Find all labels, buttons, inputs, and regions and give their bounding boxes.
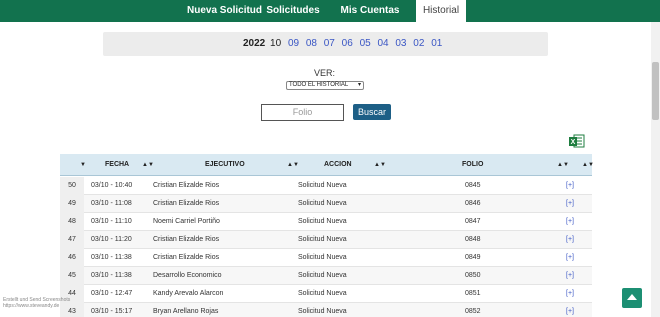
column-header-accion[interactable]: ACCION (324, 154, 352, 176)
history-filter-select[interactable]: TODO EL HISTORIAL ▾ (286, 81, 364, 90)
month-link[interactable]: 05 (360, 38, 371, 49)
cell-fecha: 03/10 - 11:38 (91, 272, 132, 279)
cell-folio: 0852 (465, 308, 481, 315)
month-link[interactable]: 06 (342, 38, 353, 49)
cell-fecha: 03/10 - 11:38 (91, 254, 132, 261)
details-link[interactable]: [+] (566, 177, 574, 195)
table-row: 49 03/10 - 11:08 Cristian Elizalde Rios … (60, 195, 592, 213)
vertical-scrollbar[interactable] (651, 22, 660, 317)
sort-desc-icon[interactable]: ▼ (80, 154, 86, 176)
year-label: 2022 (243, 38, 266, 49)
row-number: 46 (60, 249, 84, 267)
table-row: 48 03/10 - 11:10 Noemi Carriel Portiño S… (60, 213, 592, 231)
row-number: 49 (60, 195, 84, 213)
period-selector: 2022 10 09 08 07 06 05 04 03 02 01 (103, 32, 548, 56)
sort-icon[interactable]: ▲▼ (287, 154, 299, 176)
nav-solicitudes[interactable]: Solicitudes (264, 0, 322, 22)
row-number: 45 (60, 267, 84, 285)
column-header-ejecutivo[interactable]: EJECUTIVO (205, 154, 245, 176)
cell-accion: Solicitud Nueva (298, 218, 347, 225)
history-filter-value: TODO EL HISTORIAL (289, 82, 349, 88)
cell-folio: 0850 (465, 272, 481, 279)
month-link[interactable]: 07 (324, 38, 335, 49)
excel-export-icon[interactable]: X (568, 134, 585, 148)
row-number: 50 (60, 177, 84, 195)
svg-text:X: X (571, 139, 576, 146)
row-number: 47 (60, 231, 84, 249)
details-link[interactable]: [+] (566, 213, 574, 231)
chevron-down-icon: ▾ (357, 82, 361, 88)
month-link[interactable]: 02 (413, 38, 424, 49)
cell-folio: 0845 (465, 182, 481, 189)
sort-icon[interactable]: ▲▼ (142, 154, 154, 176)
cell-fecha: 03/10 - 12:47 (91, 290, 133, 297)
details-link[interactable]: [+] (566, 249, 574, 267)
nav-mis-cuentas[interactable]: Mis Cuentas (338, 0, 402, 22)
arrow-up-icon (627, 294, 637, 300)
search-button[interactable]: Buscar (353, 104, 391, 120)
cell-ejecutivo: Cristian Elizalde Rios (153, 200, 220, 207)
details-link[interactable]: [+] (566, 285, 574, 303)
details-link[interactable]: [+] (566, 303, 574, 317)
details-link[interactable]: [+] (566, 231, 574, 249)
table-row: 47 03/10 - 11:20 Cristian Elizalde Rios … (60, 231, 592, 249)
cell-fecha: 03/10 - 11:20 (91, 236, 132, 243)
cell-fecha: 03/10 - 10:40 (91, 182, 133, 189)
table-row: 43 03/10 - 15:17 Bryan Arellano Rojas So… (60, 303, 592, 317)
table-row: 46 03/10 - 11:38 Cristian Elizalde Rios … (60, 249, 592, 267)
cell-ejecutivo: Noemi Carriel Portiño (153, 218, 220, 225)
ver-label: VER: (314, 68, 336, 78)
cell-folio: 0848 (465, 236, 481, 243)
cell-accion: Solicitud Nueva (298, 290, 347, 297)
cell-fecha: 03/10 - 11:08 (91, 200, 132, 207)
current-month: 10 (270, 38, 282, 49)
column-header-fecha[interactable]: FECHA (105, 154, 129, 176)
cell-accion: Solicitud Nueva (298, 254, 347, 261)
screenshot-watermark: Erstellt und Send Screenshots https://ww… (3, 297, 70, 309)
cell-fecha: 03/10 - 11:10 (91, 218, 132, 225)
top-navigation: Nueva Solicitud Solicitudes Mis Cuentas … (0, 0, 660, 22)
cell-ejecutivo: Cristian Elizalde Rios (153, 182, 220, 189)
cell-ejecutivo: Desarrollo Economico (153, 272, 222, 279)
nav-historial[interactable]: Historial (416, 0, 466, 22)
back-to-top-button[interactable] (622, 288, 642, 308)
cell-folio: 0847 (465, 218, 481, 225)
scrollbar-thumb[interactable] (652, 62, 659, 120)
cell-ejecutivo: Bryan Arellano Rojas (153, 308, 219, 315)
cell-ejecutivo: Cristian Elizalde Rios (153, 236, 220, 243)
cell-accion: Solicitud Nueva (298, 182, 347, 189)
month-link[interactable]: 03 (395, 38, 406, 49)
table-row: 50 03/10 - 10:40 Cristian Elizalde Rios … (60, 177, 592, 195)
month-link[interactable]: 01 (431, 38, 442, 49)
details-link[interactable]: [+] (566, 195, 574, 213)
table-header: ▼ FECHA ▲▼ EJECUTIVO ▲▼ ACCION ▲▼ FOLIO … (60, 154, 594, 176)
cell-ejecutivo: Kandy Arevalo Alarcon (153, 290, 224, 297)
sort-icon[interactable]: ▲▼ (557, 154, 569, 176)
row-number: 48 (60, 213, 84, 231)
table-row: 44 03/10 - 12:47 Kandy Arevalo Alarcon S… (60, 285, 592, 303)
column-header-folio[interactable]: FOLIO (462, 154, 483, 176)
month-link[interactable]: 08 (306, 38, 317, 49)
cell-folio: 0846 (465, 200, 481, 207)
month-link[interactable]: 04 (377, 38, 388, 49)
nav-nueva-solicitud[interactable]: Nueva Solicitud (187, 0, 262, 22)
cell-folio: 0849 (465, 254, 481, 261)
details-link[interactable]: [+] (566, 267, 574, 285)
cell-accion: Solicitud Nueva (298, 308, 347, 315)
watermark-line: https://www.steveandy.de (3, 303, 60, 309)
cell-accion: Solicitud Nueva (298, 272, 347, 279)
cell-accion: Solicitud Nueva (298, 236, 347, 243)
cell-ejecutivo: Cristian Elizalde Rios (153, 254, 220, 261)
cell-accion: Solicitud Nueva (298, 200, 347, 207)
cell-folio: 0851 (465, 290, 481, 297)
cell-fecha: 03/10 - 15:17 (91, 308, 133, 315)
month-link[interactable]: 09 (288, 38, 299, 49)
sort-icon[interactable]: ▲▼ (582, 154, 594, 176)
sort-icon[interactable]: ▲▼ (374, 154, 386, 176)
folio-search-input[interactable]: Folio (261, 104, 344, 121)
table-row: 45 03/10 - 11:38 Desarrollo Economico So… (60, 267, 592, 285)
